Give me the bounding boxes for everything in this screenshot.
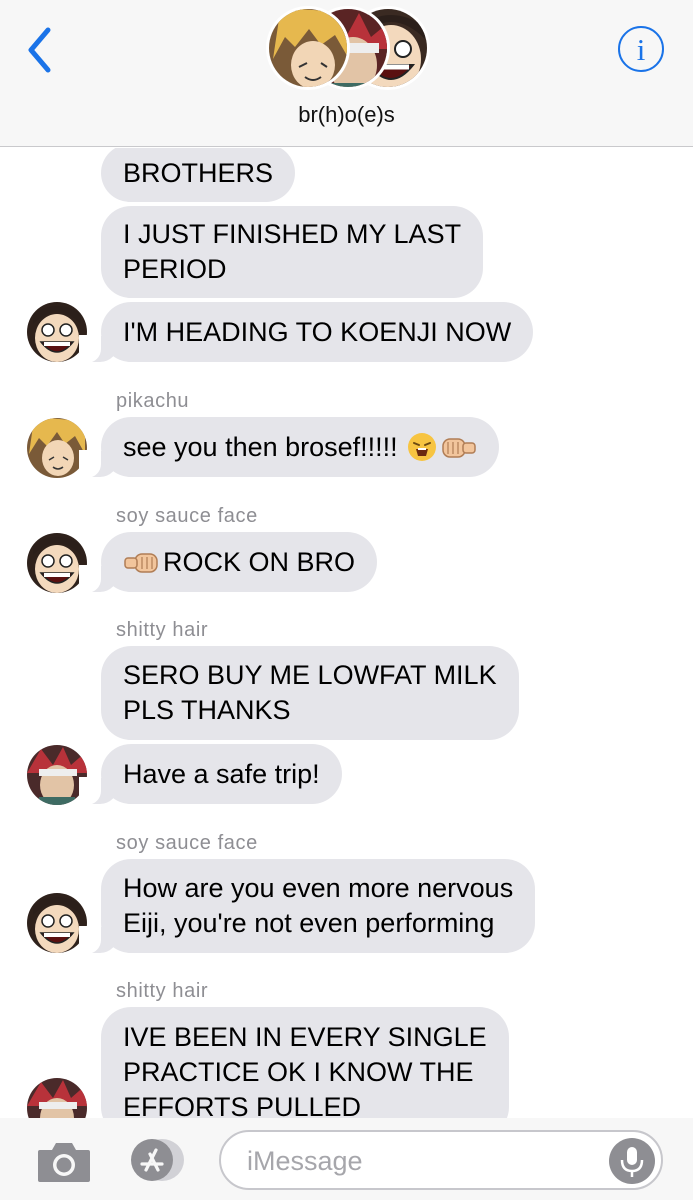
sender-name: pikachu (116, 390, 190, 412)
message-bubble[interactable]: BROTHERS (101, 148, 296, 202)
sender-name: shitty hair (116, 980, 209, 1002)
message-input-placeholder: iMessage (247, 1146, 363, 1176)
kirishima-avatar[interactable] (27, 745, 87, 805)
kaminari-avatar[interactable] (27, 418, 87, 478)
camera-button[interactable] (36, 1138, 92, 1184)
message-bubble[interactable]: see you then brosef!!!!! (78, 417, 500, 478)
info-button[interactable]: i (618, 26, 664, 72)
message-bubble[interactable]: I'M HEADING TO KOENJI NOW (78, 302, 534, 363)
message-bubble[interactable]: Have a safe trip! (79, 744, 342, 805)
message-bubble[interactable]: ROCK ON BRO (78, 532, 378, 593)
kirishima-avatar[interactable] (27, 1078, 87, 1118)
weary-face-emoji (408, 433, 437, 461)
chevron-left-icon (28, 27, 51, 73)
message-text: I JUST FINISHED MY LAST PERIOD (123, 219, 462, 284)
sender-name: shitty hair (116, 619, 209, 641)
sero-avatar[interactable] (27, 533, 87, 593)
message-bubble[interactable]: I JUST FINISHED MY LAST PERIOD (101, 206, 484, 298)
microphone-button[interactable] (609, 1138, 655, 1184)
message-bubble[interactable]: SERO BUY ME LOWFAT MILK PLS THANKS (101, 646, 519, 740)
sender-name: soy sauce face (116, 505, 258, 527)
message-bubble[interactable]: How are you even more nervous Eiji, you'… (78, 859, 536, 954)
message-text: I'M HEADING TO KOENJI NOW (123, 316, 512, 347)
group-avatars[interactable] (266, 6, 430, 90)
conversation-header: br(h)o(e)s i (0, 0, 693, 147)
message-thread[interactable]: BROTHERS I JUST FINISHED MY LAST PERIOD … (0, 148, 693, 1118)
back-button[interactable] (22, 24, 62, 76)
sero-avatar[interactable] (27, 893, 87, 953)
left-facing-fist-emoji (442, 438, 476, 458)
camera-icon (38, 1143, 90, 1182)
sender-name: soy sauce face (116, 832, 258, 854)
message-text: SERO BUY ME LOWFAT MILK PLS THANKS (123, 660, 497, 725)
microphone-icon (620, 1147, 644, 1177)
message-text: ROCK ON BRO (163, 546, 356, 577)
kaminari-avatar (266, 6, 350, 90)
message-bubble[interactable]: IVE BEEN IN EVERY SINGLE PRACTICE OK I K… (101, 1007, 509, 1118)
message-text: see you then brosef!!!!! (123, 431, 406, 462)
message-text: How are you even more nervous Eiji, you'… (123, 873, 514, 938)
message-input[interactable]: iMessage (219, 1130, 663, 1190)
info-icon: i (636, 32, 646, 67)
app-store-icon (131, 1139, 184, 1181)
sero-avatar[interactable] (27, 302, 87, 362)
right-facing-fist-emoji (124, 553, 158, 573)
message-text: Have a safe trip! (123, 758, 320, 789)
message-text: BROTHERS (123, 157, 274, 188)
app-store-button[interactable] (126, 1136, 188, 1184)
compose-bar: iMessage (0, 1118, 693, 1200)
group-name[interactable]: br(h)o(e)s (0, 102, 693, 128)
message-text: IVE BEEN IN EVERY SINGLE PRACTICE OK I K… (123, 1021, 487, 1119)
